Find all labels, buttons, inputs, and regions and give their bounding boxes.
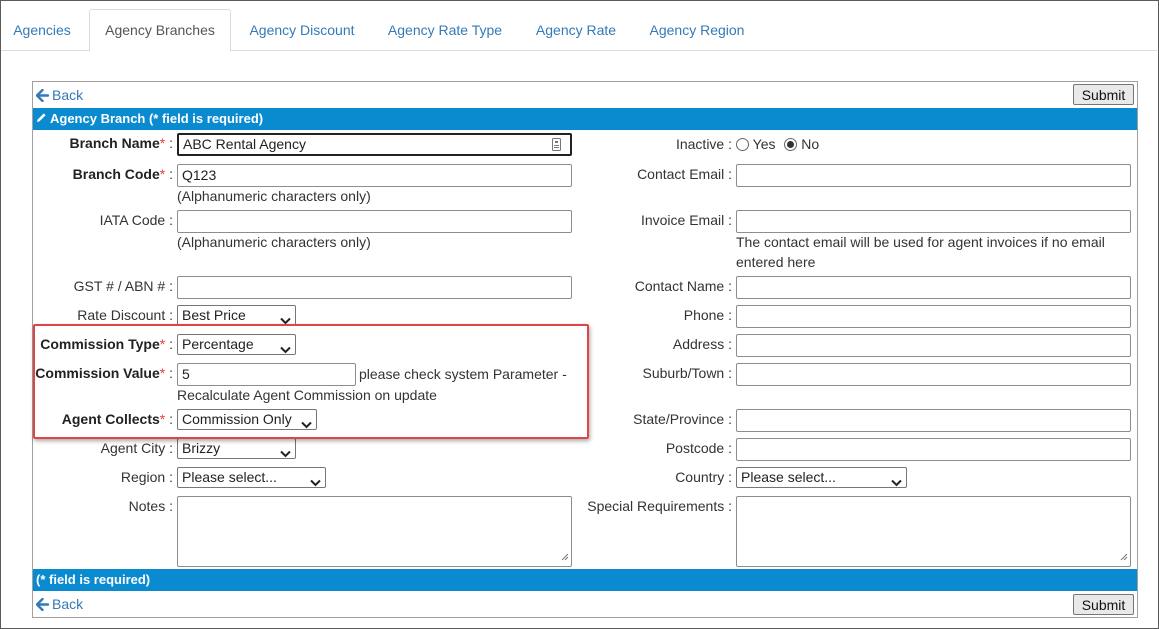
country-label: Country :: [675, 469, 732, 485]
chevron-down-icon: [891, 473, 902, 492]
contact-email-input[interactable]: [736, 164, 1131, 187]
iata-code-input[interactable]: [177, 210, 572, 233]
chevron-down-icon: [280, 311, 291, 330]
suburb-label: Suburb/Town :: [642, 365, 733, 381]
region-label: Region :: [120, 469, 173, 485]
tab-agency-branches[interactable]: Agency Branches: [89, 9, 231, 52]
address-input[interactable]: [736, 334, 1131, 357]
inactive-no-radio[interactable]: [784, 138, 798, 151]
resize-grip-icon[interactable]: [561, 548, 569, 564]
agent-collects-label: Agent Collects* :: [61, 411, 173, 427]
tab-agency-discount[interactable]: Agency Discount: [237, 9, 367, 51]
branch-name-input[interactable]: ABC Rental Agency: [177, 133, 572, 156]
notes-textarea[interactable]: [177, 496, 572, 567]
region-select[interactable]: Please select...: [177, 467, 326, 488]
inactive-radio-group: Yes No: [736, 136, 819, 152]
special-requirements-textarea[interactable]: [736, 496, 1131, 567]
commission-value-input[interactable]: 5: [177, 363, 356, 386]
back-arrow-icon: [36, 597, 49, 611]
gst-abn-label: GST # / ABN # :: [73, 278, 173, 294]
form-footer-bar: (* field is required): [33, 569, 1137, 591]
state-input[interactable]: [736, 409, 1131, 432]
postcode-input[interactable]: [736, 438, 1131, 461]
inactive-yes-radio[interactable]: [736, 138, 749, 151]
branch-code-label: Branch Code* :: [72, 166, 173, 182]
agent-collects-select[interactable]: Commission Only: [177, 409, 317, 430]
iata-code-hint: (Alphanumeric characters only): [177, 234, 371, 250]
contact-name-label: Contact Name :: [634, 278, 732, 294]
tab-agency-rate[interactable]: Agency Rate: [523, 9, 629, 51]
inactive-label: Inactive :: [675, 136, 732, 152]
rate-discount-label: Rate Discount :: [77, 307, 173, 323]
form-footer-note: (* field is required): [36, 572, 151, 587]
contact-name-input[interactable]: [736, 276, 1131, 299]
notes-label: Notes :: [128, 498, 173, 514]
tab-agencies[interactable]: Agencies: [1, 9, 83, 51]
special-requirements-label: Special Requirements :: [587, 498, 732, 514]
address-label: Address :: [672, 336, 732, 352]
submit-button-bottom[interactable]: Submit: [1073, 594, 1134, 615]
back-link-bottom[interactable]: Back: [36, 596, 83, 612]
tab-bar: Agencies Agency Branches Agency Discount…: [1, 0, 1157, 52]
agency-branch-panel: Back Submit Agency Branch (* field is re…: [32, 81, 1138, 618]
phone-input[interactable]: [736, 305, 1131, 328]
commission-type-select[interactable]: Percentage: [177, 334, 296, 355]
agent-city-label: Agent City :: [100, 440, 173, 456]
state-label: State/Province :: [633, 411, 732, 427]
back-link-label: Back: [52, 87, 84, 103]
back-arrow-icon: [36, 88, 49, 102]
phone-label: Phone :: [683, 307, 732, 323]
agent-city-select[interactable]: Brizzy: [177, 438, 296, 459]
commission-type-label: Commission Type* :: [40, 336, 173, 352]
contact-email-label: Contact Email :: [637, 166, 732, 182]
invoice-email-hint-line2: entered here: [736, 254, 816, 270]
inactive-yes-label: Yes: [752, 136, 776, 152]
resize-grip-icon[interactable]: [1120, 548, 1128, 564]
tab-agency-region[interactable]: Agency Region: [637, 9, 757, 51]
invoice-email-label: Invoice Email :: [640, 212, 732, 228]
pencil-icon: [36, 108, 47, 130]
branch-code-input[interactable]: Q123: [177, 164, 572, 187]
back-link-label: Back: [52, 596, 84, 612]
invoice-email-input[interactable]: [736, 210, 1131, 233]
chevron-down-icon: [280, 340, 291, 359]
commission-value-hint-line2: Recalculate Agent Commission on update: [177, 387, 437, 403]
tab-agency-rate-type[interactable]: Agency Rate Type: [374, 9, 516, 51]
chevron-down-icon: [301, 415, 312, 434]
chevron-down-icon: [280, 444, 291, 463]
iata-code-label: IATA Code :: [99, 212, 173, 228]
postcode-label: Postcode :: [665, 440, 732, 456]
inactive-no-label: No: [801, 136, 820, 152]
chevron-down-icon: [310, 473, 321, 492]
invoice-email-hint-line1: The contact email will be used for agent…: [736, 234, 1105, 250]
rate-discount-select[interactable]: Best Price: [177, 305, 296, 326]
form-header-title: Agency Branch (* field is required): [50, 111, 264, 126]
suburb-input[interactable]: [736, 363, 1131, 386]
branch-code-hint: (Alphanumeric characters only): [177, 188, 371, 204]
commission-value-hint-line1: please check system Parameter -: [359, 366, 567, 382]
field-menu-icon[interactable]: [552, 138, 561, 154]
country-select[interactable]: Please select...: [736, 467, 907, 488]
commission-value-label: Commission Value* :: [35, 365, 173, 381]
back-link-top[interactable]: Back: [36, 87, 83, 103]
branch-name-label: Branch Name* :: [69, 135, 174, 151]
form-header-bar: Agency Branch (* field is required): [33, 108, 1137, 130]
submit-button-top[interactable]: Submit: [1073, 84, 1134, 105]
gst-abn-input[interactable]: [177, 276, 572, 299]
